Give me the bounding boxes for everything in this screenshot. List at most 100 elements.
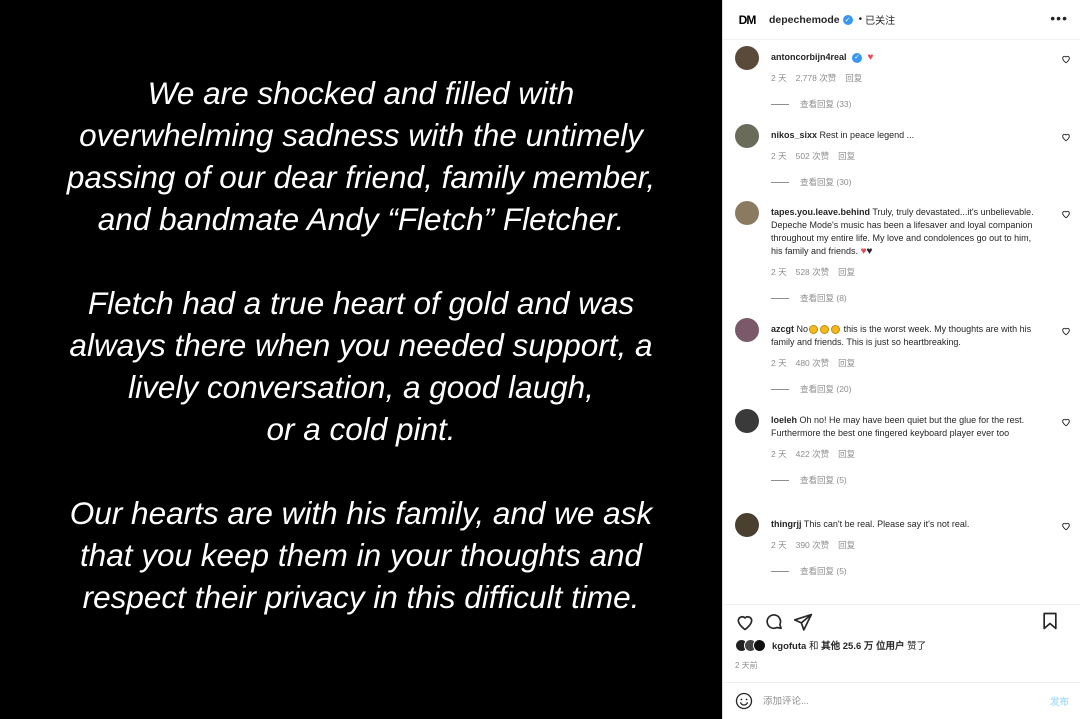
comment-username[interactable]: azcgt	[771, 324, 794, 334]
comment-item: antoncorbijn4real ✓ ♥ 2 天 2,778 次赞 回复 查看…	[723, 46, 1080, 124]
likes-liked-label: 赞了	[907, 641, 927, 652]
comment-time[interactable]: 2 天	[771, 357, 787, 369]
header-username[interactable]: depechemode	[769, 14, 840, 26]
likes-text: kgofuta 和 其他 25.6 万 位用户 赞了	[772, 638, 926, 652]
post-action-bar	[723, 604, 1080, 632]
comment-time[interactable]: 2 天	[771, 150, 787, 162]
comment-likes[interactable]: 528 次赞	[796, 266, 830, 278]
follow-status-button[interactable]: 已关注	[865, 12, 895, 27]
commenter-avatar[interactable]	[735, 318, 759, 342]
commenter-avatar[interactable]	[735, 409, 759, 433]
comment-likes[interactable]: 422 次赞	[796, 448, 830, 460]
post-side-panel: DM depechemode ✓ • 已关注 ••• antoncorbijn4…	[722, 0, 1080, 719]
commenter-avatar[interactable]	[735, 201, 759, 225]
comment-meta: 2 天 480 次赞 回复	[771, 357, 1045, 369]
view-replies-label: 查看回复 (5)	[800, 475, 847, 485]
comment-item: azcgt No this is the worst week. My thou…	[723, 318, 1080, 409]
like-heart-icon[interactable]	[1061, 209, 1071, 219]
bookmark-icon[interactable]	[1040, 611, 1060, 631]
liker-avatar[interactable]	[753, 638, 766, 652]
like-heart-icon[interactable]	[735, 612, 755, 632]
more-horizontal-icon[interactable]: •••	[1050, 10, 1068, 26]
reply-button[interactable]: 回复	[838, 448, 855, 460]
like-heart-icon[interactable]	[1061, 132, 1071, 142]
verified-badge-icon: ✓	[842, 14, 853, 25]
account-avatar[interactable]: DM	[735, 8, 759, 32]
reply-button[interactable]: 回复	[838, 150, 855, 162]
commenter-avatar[interactable]	[735, 513, 759, 537]
view-replies-button[interactable]: 查看回复 (8)	[771, 292, 1045, 304]
comment-item: loeleh Oh no! He may have been quiet but…	[723, 409, 1080, 513]
sad-face-emoji-icon	[831, 325, 841, 335]
sad-face-emoji-icon	[820, 325, 830, 335]
comment-meta: 2 天 528 次赞 回复	[771, 266, 1045, 278]
comment-bubble-icon[interactable]	[764, 612, 784, 632]
likes-summary: kgofuta 和 其他 25.6 万 位用户 赞了	[735, 638, 926, 652]
comment-username[interactable]: antoncorbijn4real	[771, 52, 847, 62]
post-text-paragraph-3: Our hearts are with his family, and we a…	[69, 495, 653, 615]
comment-time[interactable]: 2 天	[771, 539, 787, 551]
view-replies-button[interactable]: 查看回复 (30)	[771, 176, 1045, 188]
comment-username[interactable]: loeleh	[771, 415, 797, 425]
reply-button[interactable]: 回复	[838, 357, 855, 369]
likes-others-count[interactable]: 其他 25.6 万 位用户	[821, 641, 904, 652]
view-replies-button[interactable]: 查看回复 (5)	[771, 474, 1045, 486]
post-comment-button[interactable]: 发布	[1050, 694, 1069, 708]
sad-face-emoji-icon	[809, 325, 819, 335]
replies-divider	[771, 479, 789, 481]
comment-body: Oh no! He may have been quiet but the gl…	[771, 415, 1025, 438]
post-timestamp[interactable]: 2 天前	[735, 660, 758, 671]
comment-username[interactable]: tapes.you.leave.behind	[771, 207, 870, 217]
view-replies-label: 查看回复 (33)	[800, 99, 852, 109]
commenter-avatar[interactable]	[735, 124, 759, 148]
view-replies-label: 查看回复 (30)	[800, 177, 852, 187]
replies-divider	[771, 103, 789, 105]
red-heart-emoji-icon: ♥	[867, 52, 874, 63]
post-text-paragraph-1: We are shocked and filled with overwhelm…	[66, 75, 656, 237]
comment-username[interactable]: thingrjj	[771, 519, 802, 529]
comment-meta: 2 天 390 次赞 回复	[771, 539, 1045, 551]
reply-button[interactable]: 回复	[838, 539, 855, 551]
liker-username[interactable]: kgofuta	[772, 641, 806, 652]
like-heart-icon[interactable]	[1061, 417, 1071, 427]
replies-divider	[771, 388, 789, 390]
share-paper-plane-icon[interactable]	[793, 612, 813, 632]
comment-likes[interactable]: 2,778 次赞	[796, 72, 837, 84]
commenter-avatar[interactable]	[735, 46, 759, 70]
post-header: DM depechemode ✓ • 已关注 •••	[723, 0, 1080, 40]
comment-time[interactable]: 2 天	[771, 72, 787, 84]
comment-text: thingrjj This can't be real. Please say …	[771, 513, 1045, 531]
comment-text: azcgt No this is the worst week. My thou…	[771, 318, 1045, 349]
comment-input[interactable]	[763, 695, 1050, 707]
comment-likes[interactable]: 480 次赞	[796, 357, 830, 369]
add-comment-bar: 发布	[723, 682, 1080, 719]
post-text-paragraph-2: Fletch had a true heart of gold and was …	[69, 285, 653, 447]
view-replies-button[interactable]: 查看回复 (5)	[771, 565, 1045, 577]
view-replies-button[interactable]: 查看回复 (33)	[771, 98, 1045, 110]
comment-username[interactable]: nikos_sixx	[771, 130, 817, 140]
comment-body-prefix: No	[796, 324, 809, 334]
comments-list: antoncorbijn4real ✓ ♥ 2 天 2,778 次赞 回复 查看…	[723, 46, 1080, 591]
comment-text: tapes.you.leave.behind Truly, truly deva…	[771, 201, 1045, 258]
black-heart-emoji-icon: ♥	[866, 246, 873, 257]
emoji-smile-icon[interactable]	[735, 692, 753, 710]
comment-item: thingrjj This can't be real. Please say …	[723, 513, 1080, 591]
like-heart-icon[interactable]	[1061, 54, 1071, 64]
comment-likes[interactable]: 502 次赞	[796, 150, 830, 162]
comment-text: nikos_sixx Rest in peace legend ...	[771, 124, 1045, 142]
like-heart-icon[interactable]	[1061, 521, 1071, 531]
view-replies-button[interactable]: 查看回复 (20)	[771, 383, 1045, 395]
replies-divider	[771, 181, 789, 183]
view-replies-label: 查看回复 (20)	[800, 384, 852, 394]
likes-and: 和	[808, 641, 819, 652]
comment-meta: 2 天 502 次赞 回复	[771, 150, 1045, 162]
reply-button[interactable]: 回复	[845, 72, 862, 84]
comment-meta: 2 天 422 次赞 回复	[771, 448, 1045, 460]
header-separator: •	[858, 14, 863, 25]
comment-time[interactable]: 2 天	[771, 266, 787, 278]
comment-body: Rest in peace legend ...	[819, 130, 915, 140]
like-heart-icon[interactable]	[1061, 326, 1071, 336]
comment-time[interactable]: 2 天	[771, 448, 787, 460]
comment-likes[interactable]: 390 次赞	[796, 539, 830, 551]
reply-button[interactable]: 回复	[838, 266, 855, 278]
